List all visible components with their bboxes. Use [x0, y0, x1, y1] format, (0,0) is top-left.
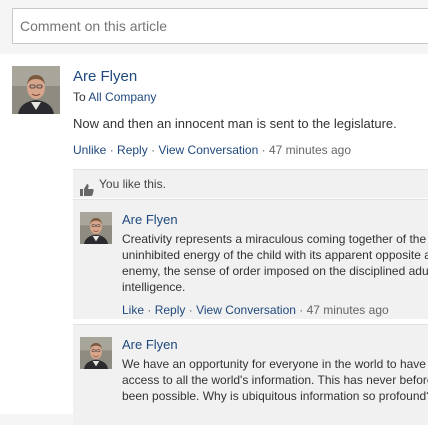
timestamp: 47 minutes ago — [306, 303, 389, 317]
post-body: Now and then an innocent man is sent to … — [73, 116, 397, 131]
avatar[interactable] — [80, 337, 112, 369]
separator: · — [151, 143, 156, 157]
like-link[interactable]: Like — [122, 303, 144, 317]
post-actions: Unlike · Reply · View Conversation · 47 … — [73, 143, 351, 157]
separator: · — [261, 143, 266, 157]
unlike-link[interactable]: Unlike — [73, 143, 106, 157]
separator: · — [299, 303, 304, 317]
comment-input[interactable] — [12, 8, 428, 44]
reply-text-line: uninhibited energy of the child with its… — [122, 248, 428, 262]
reply-text-line: enemy, the sense of order imposed on the… — [122, 264, 428, 278]
reply-link[interactable]: Reply — [155, 303, 186, 317]
reply-text-line: We have an opportunity for everyone in t… — [122, 357, 426, 371]
separator: · — [188, 303, 193, 317]
reply-link[interactable]: Reply — [117, 143, 148, 157]
reply-text-line: intelligence. — [122, 280, 186, 294]
reply-text-line: Creativity represents a miraculous comin… — [122, 232, 427, 246]
reply-author-link[interactable]: Are Flyen — [122, 212, 178, 227]
separator: · — [109, 143, 114, 157]
view-conversation-link[interactable]: View Conversation — [196, 303, 296, 317]
post-author-link[interactable]: Are Flyen — [73, 68, 137, 85]
reply-author-link[interactable]: Are Flyen — [122, 337, 178, 352]
reply-item: Are Flyen We have an opportunity for eve… — [73, 324, 428, 425]
article-post: Are Flyen To All Company Now and then an… — [0, 54, 428, 425]
separator: · — [147, 303, 152, 317]
avatar[interactable] — [80, 212, 112, 244]
post-audience: To All Company — [73, 90, 156, 104]
reply-actions: Like · Reply · View Conversation · 47 mi… — [122, 303, 389, 317]
likes-summary: You like this. — [73, 169, 428, 198]
to-prefix: To — [73, 90, 86, 104]
timestamp: 47 minutes ago — [268, 143, 352, 157]
reply-item: Are Flyen Creativity represents a miracu… — [73, 199, 428, 319]
reply-text-line: access to all the world's information. T… — [122, 373, 428, 387]
likes-text: You like this. — [99, 177, 166, 191]
avatar[interactable] — [12, 66, 60, 114]
view-conversation-link[interactable]: View Conversation — [158, 143, 258, 157]
audience-link[interactable]: All Company — [88, 90, 156, 104]
reply-text-line: been possible. Why is ubiquitous informa… — [122, 389, 428, 403]
